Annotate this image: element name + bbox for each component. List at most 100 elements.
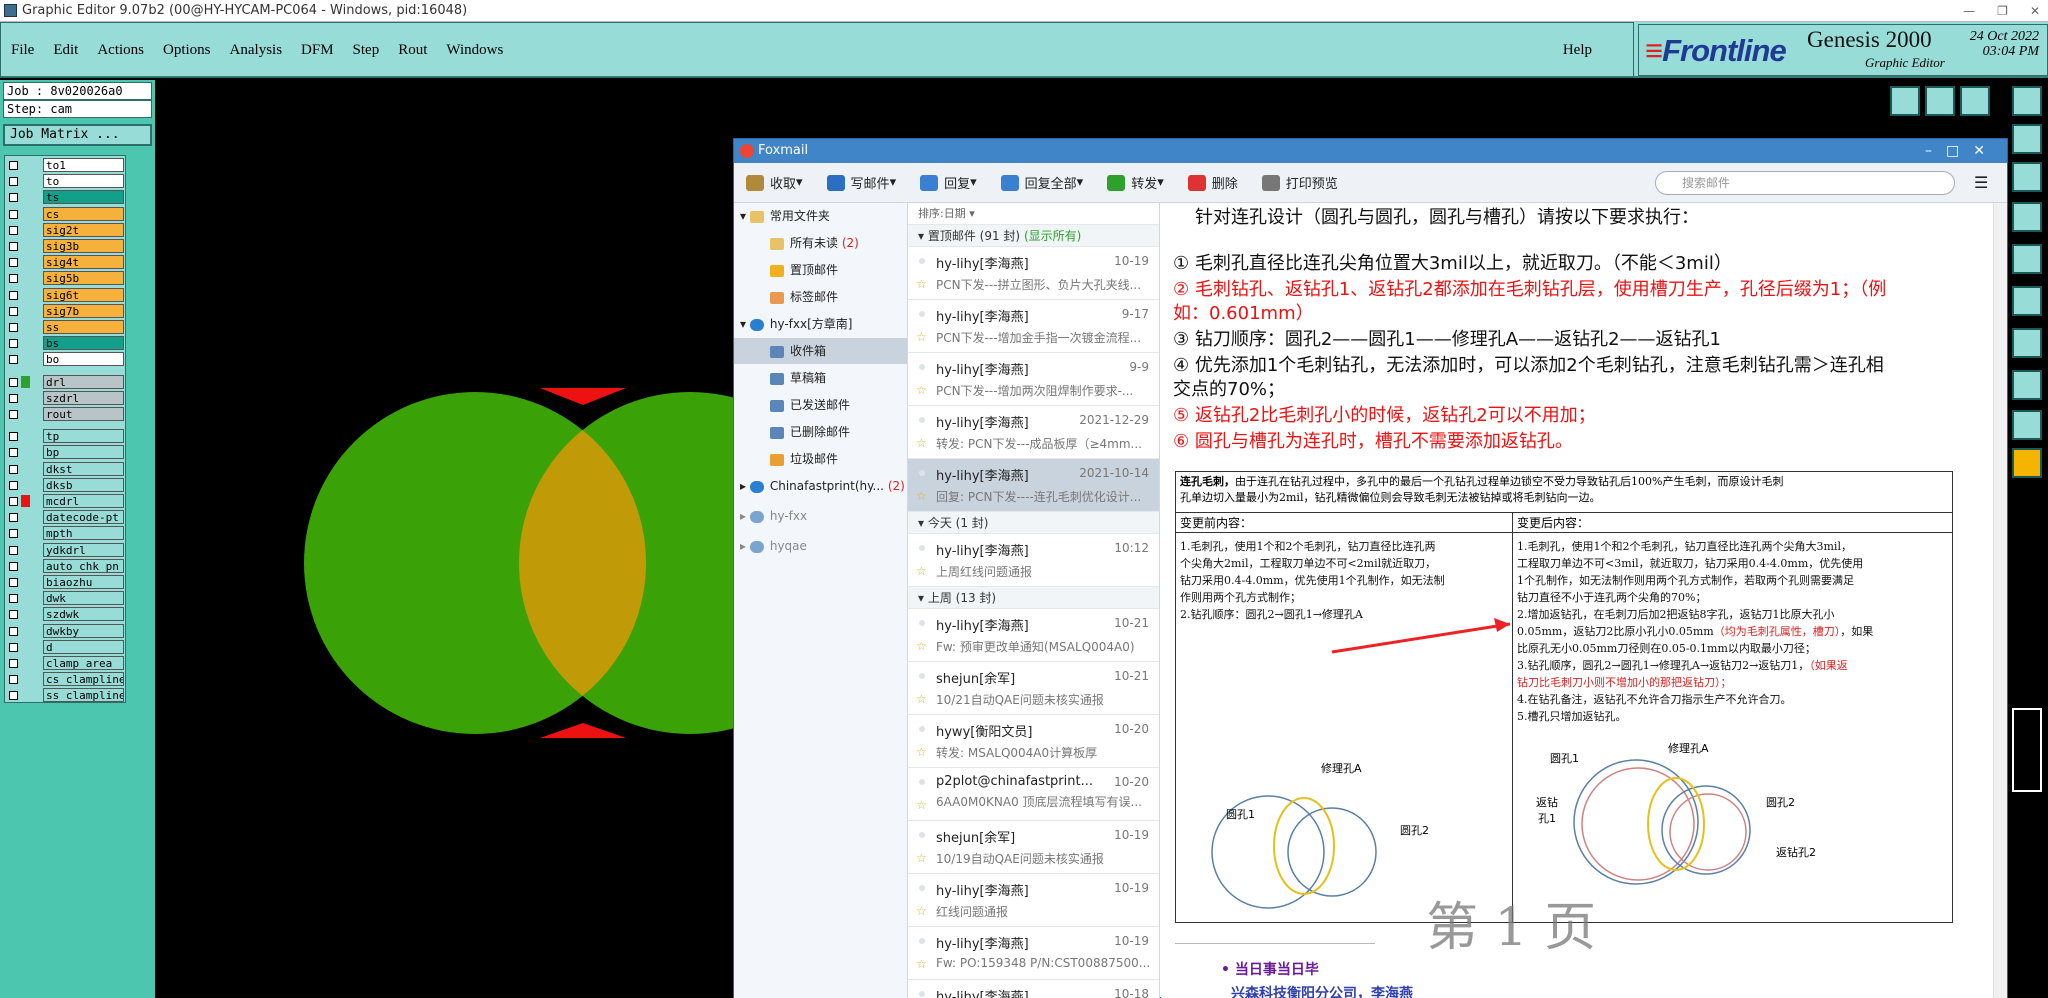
mail-item[interactable]: ☆hy-lihy[李海燕]10-18 (908, 980, 1159, 998)
layer-row[interactable]: dksb (7, 477, 125, 493)
star-icon[interactable]: ☆ (916, 383, 927, 397)
layer-checkbox[interactable] (9, 274, 18, 284)
layer-name[interactable]: ydkdrl (43, 542, 124, 557)
layer-name[interactable]: cs_clampline (43, 672, 124, 687)
tool-button-9[interactable] (2012, 286, 2042, 316)
layer-checkbox[interactable] (9, 545, 18, 555)
nav-deleted[interactable]: 已删除邮件 (770, 419, 850, 445)
mail-item[interactable]: ☆ hy-lihy[李海燕] 9-17 PCN下发---增加金手指一次镀金流程... (908, 300, 1159, 353)
layer-row[interactable]: sig4t (7, 255, 125, 270)
mail-item[interactable]: ☆ shejun[余军] 10-21 10/21自动QAE问题未核实通报 (908, 662, 1159, 715)
layer-checkbox[interactable] (9, 594, 18, 604)
layer-name[interactable]: auto_chk_pn (43, 558, 124, 573)
layer-checkbox[interactable] (9, 626, 18, 636)
group-today[interactable]: ▾ 今天 (1 封) (908, 512, 1159, 534)
layer-checkbox[interactable] (9, 193, 18, 203)
layer-name[interactable]: cs (43, 206, 124, 221)
layer-checkbox[interactable] (9, 258, 18, 268)
menu-icon[interactable]: ☰ (1974, 173, 1988, 192)
star-icon[interactable]: ☆ (916, 904, 927, 918)
layer-row[interactable]: datecode-pt (7, 510, 125, 525)
layer-name[interactable]: dwk (43, 591, 124, 606)
menu-dfm[interactable]: DFM (301, 42, 334, 59)
forward-button[interactable]: 转发 ▾ (1107, 173, 1164, 192)
layer-row[interactable]: ss_clampline (7, 688, 125, 703)
mail-item[interactable]: ☆ hy-lihy[李海燕] 10:12 上周红线问题通报 (908, 534, 1159, 587)
layer-name[interactable]: mcdrl (43, 494, 124, 508)
star-icon[interactable]: ☆ (916, 639, 927, 653)
restore-icon[interactable]: ❐ (1997, 0, 2008, 22)
layer-checkbox[interactable] (9, 410, 18, 419)
layer-checkbox[interactable] (9, 161, 18, 170)
layer-name[interactable]: szdrl (43, 390, 124, 405)
tool-button-5[interactable] (2012, 124, 2042, 154)
layer-name[interactable]: ss (43, 320, 124, 334)
layer-checkbox[interactable] (9, 432, 18, 442)
layer-checkbox[interactable] (9, 561, 18, 571)
mail-item[interactable]: ☆ hy-lihy[李海燕] 2021-12-29 转发: PCN下发---成品板厚（… (908, 406, 1159, 459)
layer-row[interactable]: ss (7, 320, 125, 335)
job-matrix-button[interactable]: Job Matrix ... (3, 124, 152, 146)
layer-name[interactable]: bs (43, 336, 124, 351)
layer-row[interactable]: rout (7, 407, 125, 422)
close-icon[interactable]: ✕ (2030, 0, 2040, 22)
tool-button-6[interactable] (2012, 162, 2042, 192)
layer-checkbox[interactable] (9, 306, 18, 316)
star-icon[interactable]: ☆ (916, 330, 927, 344)
tool-button-12[interactable] (2012, 410, 2042, 440)
tool-button-10[interactable] (2012, 328, 2042, 358)
tool-button-7[interactable] (2012, 202, 2042, 232)
layer-checkbox[interactable] (9, 691, 18, 701)
layer-name[interactable]: drl (43, 374, 124, 389)
print-preview-button[interactable]: 打印预览 (1261, 173, 1338, 192)
tool-button-4[interactable] (2012, 86, 2042, 116)
group-last-week[interactable]: ▾ 上周 (13 封) (908, 587, 1159, 609)
layer-checkbox[interactable] (9, 464, 18, 474)
menu-step[interactable]: Step (353, 42, 380, 59)
mail-item[interactable]: ☆ hy-lihy[李海燕] 10-21 Fw: 预审更改单通知(MSALQ004A0… (908, 609, 1159, 662)
receive-button[interactable]: 收取 ▾ (746, 173, 803, 192)
layer-checkbox[interactable] (9, 610, 18, 620)
mail-item[interactable]: ☆ shejun[余军] 10-19 10/19自动QAE问题未核实通报 (908, 821, 1159, 874)
nav-drafts[interactable]: 草稿箱 (770, 365, 826, 391)
layer-checkbox[interactable] (9, 448, 18, 458)
layer-row[interactable]: sig3b (7, 239, 125, 254)
layer-name[interactable]: d (43, 639, 124, 654)
layer-row[interactable]: sig2t (7, 222, 125, 238)
layer-checkbox[interactable] (9, 355, 18, 365)
layer-row[interactable]: sig7b (7, 303, 125, 319)
layer-row[interactable]: mcdrl (7, 494, 125, 509)
layer-row[interactable]: ydkdrl (7, 542, 125, 558)
layer-row[interactable]: mpth (7, 526, 125, 541)
layer-name[interactable]: ss_clampline (43, 688, 124, 703)
layer-row[interactable]: d (7, 639, 125, 655)
layer-name[interactable]: dkst (43, 461, 124, 476)
layer-row[interactable]: sig6t (7, 287, 125, 303)
layer-name[interactable]: to1 (43, 158, 124, 172)
search-input[interactable]: 搜索邮件 (1655, 171, 1955, 195)
layer-row[interactable]: cs_clampline (7, 672, 125, 687)
foxmail-window-controls[interactable]: –□✕ (1925, 139, 1999, 163)
layer-checkbox[interactable] (9, 497, 18, 506)
menu-windows[interactable]: Windows (446, 42, 503, 59)
layer-row[interactable]: dkst (7, 461, 125, 477)
layer-checkbox[interactable] (9, 480, 18, 490)
layer-name[interactable]: bo (43, 352, 124, 367)
layer-name[interactable]: sig2t (43, 222, 124, 237)
layer-checkbox[interactable] (9, 242, 18, 251)
sort-selector[interactable]: 排序:日期 ▾ (908, 203, 1159, 225)
layer-checkbox[interactable] (9, 323, 18, 332)
mail-item[interactable]: ☆ hy-lihy[李海燕] 10-19 Fw: PO:159348 P/N:CST0… (908, 927, 1159, 980)
layer-name[interactable]: rout (43, 407, 124, 421)
menu-edit[interactable]: Edit (53, 42, 78, 59)
layer-row[interactable]: tp (7, 429, 125, 444)
layer-name[interactable]: tp (43, 429, 124, 444)
layer-name[interactable]: datecode-pt (43, 510, 124, 525)
mail-item[interactable]: ☆ hy-lihy[李海燕] 10-19 PCN下发---拼立图形、负片大孔夹线... (908, 247, 1159, 300)
layer-checkbox[interactable] (9, 513, 18, 523)
layer-name[interactable]: bp (43, 445, 124, 460)
layer-checkbox[interactable] (9, 209, 18, 219)
layer-checkbox[interactable] (9, 377, 18, 387)
layer-name[interactable]: sig3b (43, 239, 124, 253)
scroll-indicator[interactable] (2012, 708, 2042, 792)
